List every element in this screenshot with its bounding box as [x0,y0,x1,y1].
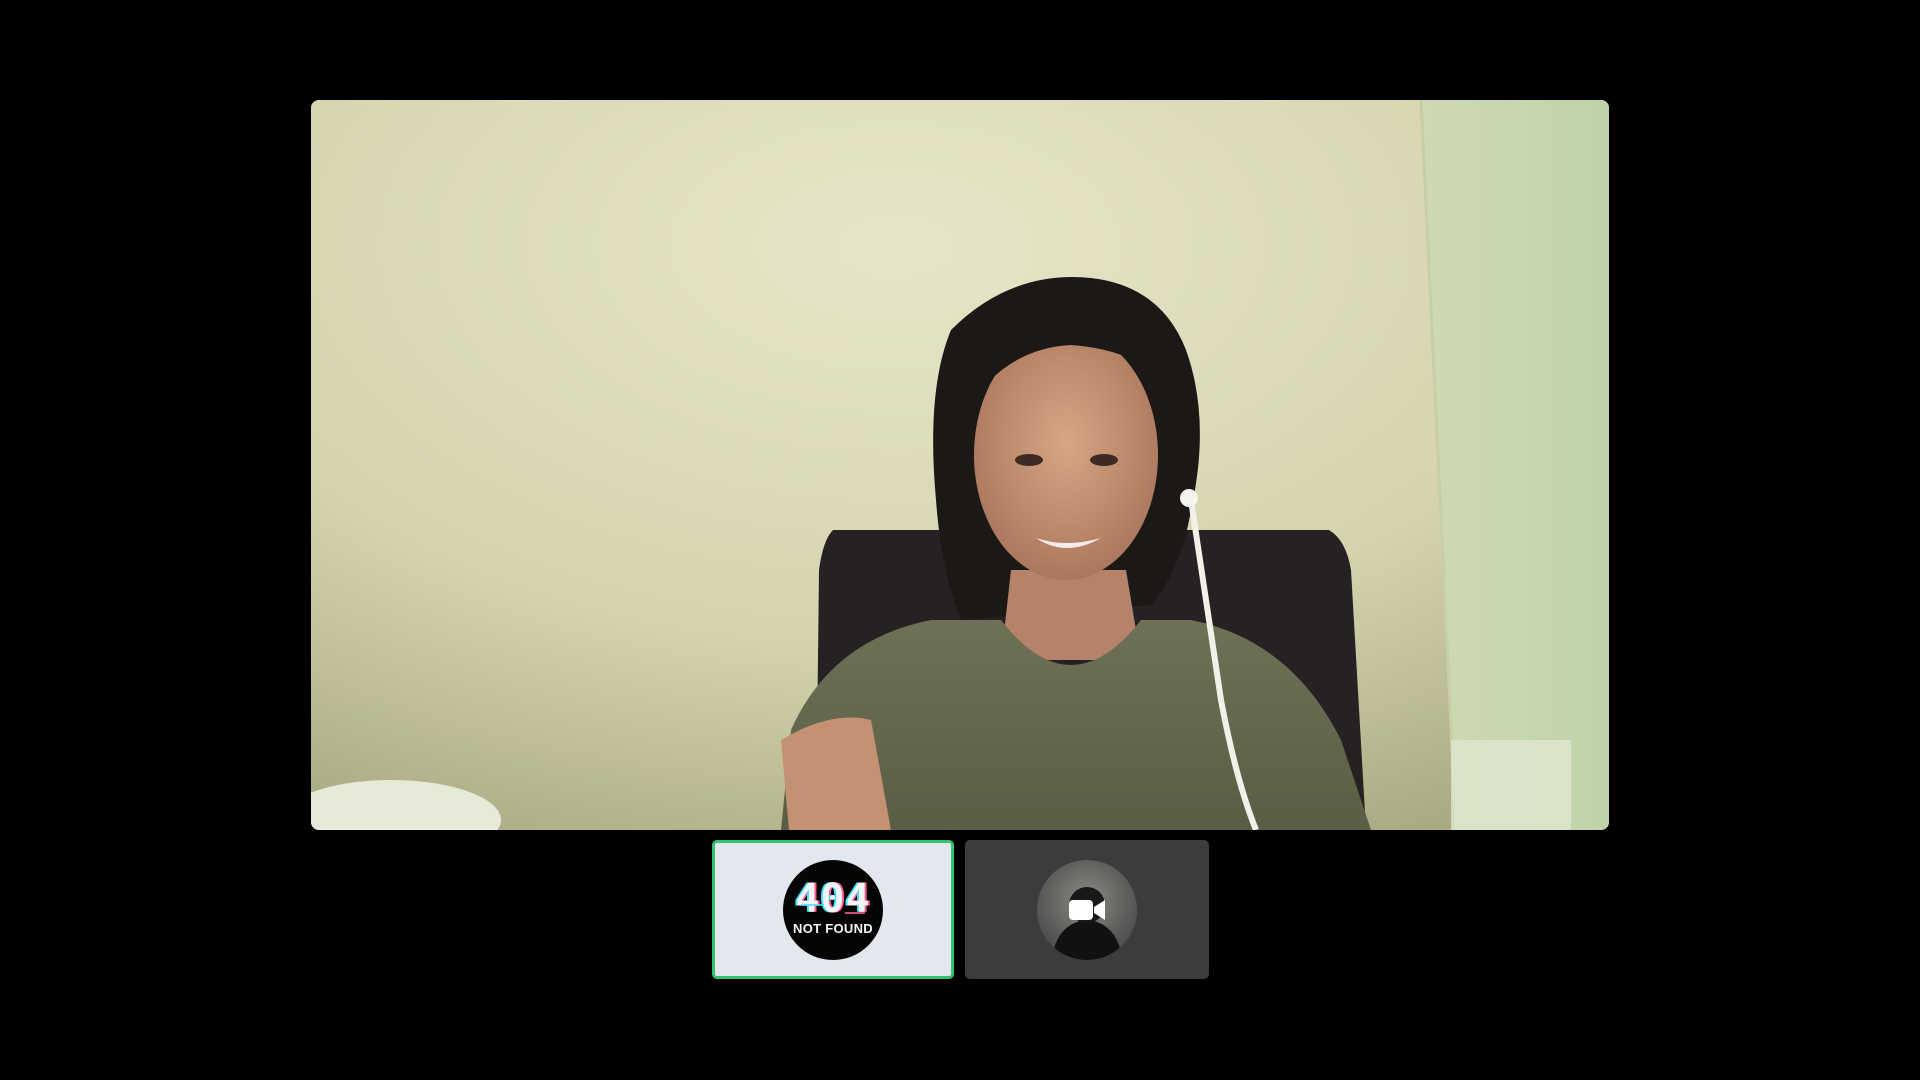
self-thumbnail[interactable]: 404 NOT FOUND [712,840,954,979]
video-camera-icon [1069,899,1105,920]
404-not-found-avatar: 404 NOT FOUND [783,859,883,960]
participant-thumbnail[interactable] [965,840,1209,979]
avatar-text-not-found: NOT FOUND [793,921,873,936]
camera-image [311,100,1609,830]
video-call-stage: 404 NOT FOUND [0,0,1920,1080]
main-video-feed[interactable] [311,100,1609,830]
